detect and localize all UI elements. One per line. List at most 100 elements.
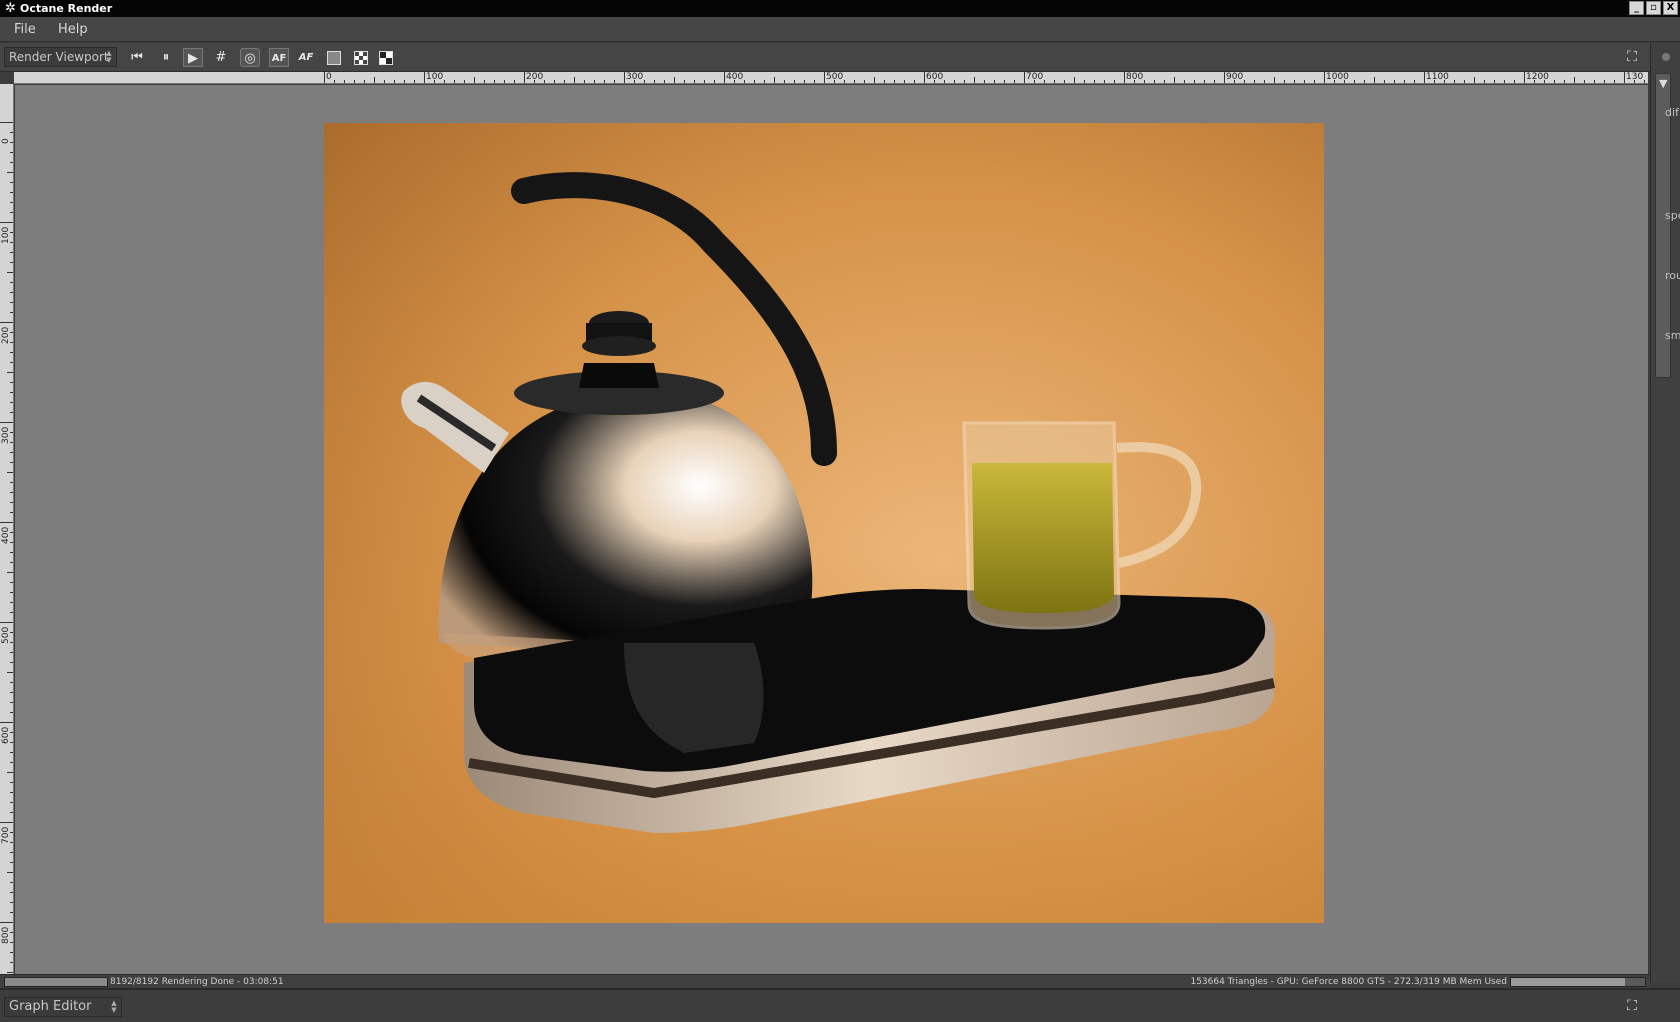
ruler-major-tick <box>0 422 13 423</box>
ruler-label: 0 <box>326 72 332 82</box>
ruler-minor-tick <box>1344 80 1345 83</box>
background-grey-button[interactable] <box>324 48 344 67</box>
ruler-minor-tick <box>804 80 805 83</box>
ruler-minor-tick <box>584 80 585 83</box>
ruler-major-tick <box>1124 72 1125 83</box>
ruler-minor-tick <box>444 80 445 83</box>
ruler-minor-tick <box>344 80 345 83</box>
ruler-minor-tick <box>914 80 915 83</box>
ruler-minor-tick <box>10 662 13 663</box>
ruler-minor-tick <box>1354 80 1355 83</box>
ruler-minor-tick <box>1484 80 1485 83</box>
close-button[interactable]: X <box>1663 1 1678 15</box>
expand-arrow-icon[interactable]: ▼ <box>1659 77 1667 90</box>
ruler-minor-tick <box>1534 80 1535 83</box>
gpu-memory-bar <box>1510 977 1646 987</box>
ruler-minor-tick <box>534 80 535 83</box>
restart-render-button[interactable]: ⏮ <box>127 48 147 67</box>
ruler-minor-tick <box>10 562 13 563</box>
ruler-minor-tick <box>10 262 13 263</box>
ruler-minor-tick <box>10 162 13 163</box>
ruler-minor-tick <box>744 80 745 83</box>
viewport-fullscreen-icon[interactable]: ⛶ <box>1622 47 1642 67</box>
ruler-minor-tick <box>10 412 13 413</box>
focus-picker-button[interactable]: ◎ <box>240 48 260 67</box>
ruler-minor-tick <box>10 892 13 893</box>
ruler-minor-tick <box>10 932 13 933</box>
start-render-button[interactable]: ▶ <box>183 48 203 67</box>
render-progress-bar <box>4 977 108 987</box>
ruler-minor-tick <box>1164 80 1165 83</box>
ruler-minor-tick <box>1114 80 1115 83</box>
ruler-minor-tick <box>1074 77 1075 83</box>
ruler-minor-tick <box>10 862 13 863</box>
ruler-minor-tick <box>1454 80 1455 83</box>
horizontal-ruler: 0 100 200 300 400 500 600 700 800 900 1000 1100 1200… <box>14 72 1648 84</box>
restore-button[interactable]: ▫ <box>1646 1 1661 15</box>
ruler-minor-tick <box>10 142 13 143</box>
region-render-button[interactable]: # <box>211 48 231 67</box>
param-label-roughness: rou <box>1665 269 1680 282</box>
ruler-minor-tick <box>1514 80 1515 83</box>
ruler-minor-tick <box>10 242 13 243</box>
ruler-minor-tick <box>1154 80 1155 83</box>
view-selector[interactable]: Render Viewport ▲ ▼ <box>4 47 117 67</box>
ruler-minor-tick <box>704 80 705 83</box>
ruler-minor-tick <box>1104 80 1105 83</box>
ruler-minor-tick <box>1464 80 1465 83</box>
graph-fullscreen-icon[interactable]: ⛶ <box>1622 996 1642 1016</box>
ruler-minor-tick <box>594 80 595 83</box>
ruler-minor-tick <box>1134 80 1135 83</box>
panel-pin-icon[interactable] <box>1662 53 1670 61</box>
autofocus-alt-button[interactable]: AF <box>296 48 316 67</box>
ruler-minor-tick <box>414 80 415 83</box>
ruler-minor-tick <box>1594 80 1595 83</box>
ruler-major-tick <box>1524 72 1525 83</box>
ruler-minor-tick <box>984 80 985 83</box>
ruler-major-tick <box>0 622 13 623</box>
menu-help[interactable]: Help <box>58 22 88 37</box>
ruler-major-tick <box>924 72 925 83</box>
window-title: Octane Render <box>20 2 113 15</box>
ruler-minor-tick <box>10 542 13 543</box>
render-viewport[interactable] <box>15 85 1648 974</box>
ruler-minor-tick <box>10 202 13 203</box>
ruler-minor-tick <box>10 512 13 513</box>
background-checker-button[interactable] <box>351 48 371 67</box>
spinner-arrows-icon: ▲ ▼ <box>106 49 112 64</box>
ruler-minor-tick <box>10 132 13 133</box>
menu-file[interactable]: File <box>14 22 36 37</box>
minimize-button[interactable]: _ <box>1629 1 1644 15</box>
ruler-minor-tick <box>10 352 13 353</box>
graph-editor-selector[interactable]: Graph Editor ▲ ▼ <box>4 997 122 1017</box>
ruler-minor-tick <box>1364 80 1365 83</box>
background-split-button[interactable] <box>376 48 396 67</box>
param-label-smooth: sm <box>1665 329 1680 342</box>
ruler-minor-tick <box>404 80 405 83</box>
ruler-minor-tick <box>954 80 955 83</box>
ruler-minor-tick <box>10 432 13 433</box>
ruler-minor-tick <box>1274 77 1275 83</box>
autofocus-button[interactable]: AF <box>269 48 289 67</box>
ruler-minor-tick <box>10 732 13 733</box>
ruler-minor-tick <box>10 302 13 303</box>
ruler-minor-tick <box>784 80 785 83</box>
ruler-minor-tick <box>1264 80 1265 83</box>
rendered-image <box>324 123 1324 923</box>
ruler-minor-tick <box>10 402 13 403</box>
ruler-minor-tick <box>10 502 13 503</box>
ruler-label: 1200 <box>1526 72 1549 82</box>
ruler-minor-tick <box>10 232 13 233</box>
pause-render-button[interactable]: ⏸ <box>156 48 176 67</box>
ruler-minor-tick <box>1334 80 1335 83</box>
ruler-minor-tick <box>10 652 13 653</box>
ruler-minor-tick <box>944 80 945 83</box>
ruler-minor-tick <box>1604 80 1605 83</box>
ruler-minor-tick <box>10 292 13 293</box>
ruler-minor-tick <box>10 632 13 633</box>
ruler-major-tick <box>1024 72 1025 83</box>
ruler-minor-tick <box>814 80 815 83</box>
ruler-minor-tick <box>10 462 13 463</box>
ruler-minor-tick <box>10 692 13 693</box>
ruler-minor-tick <box>10 212 13 213</box>
